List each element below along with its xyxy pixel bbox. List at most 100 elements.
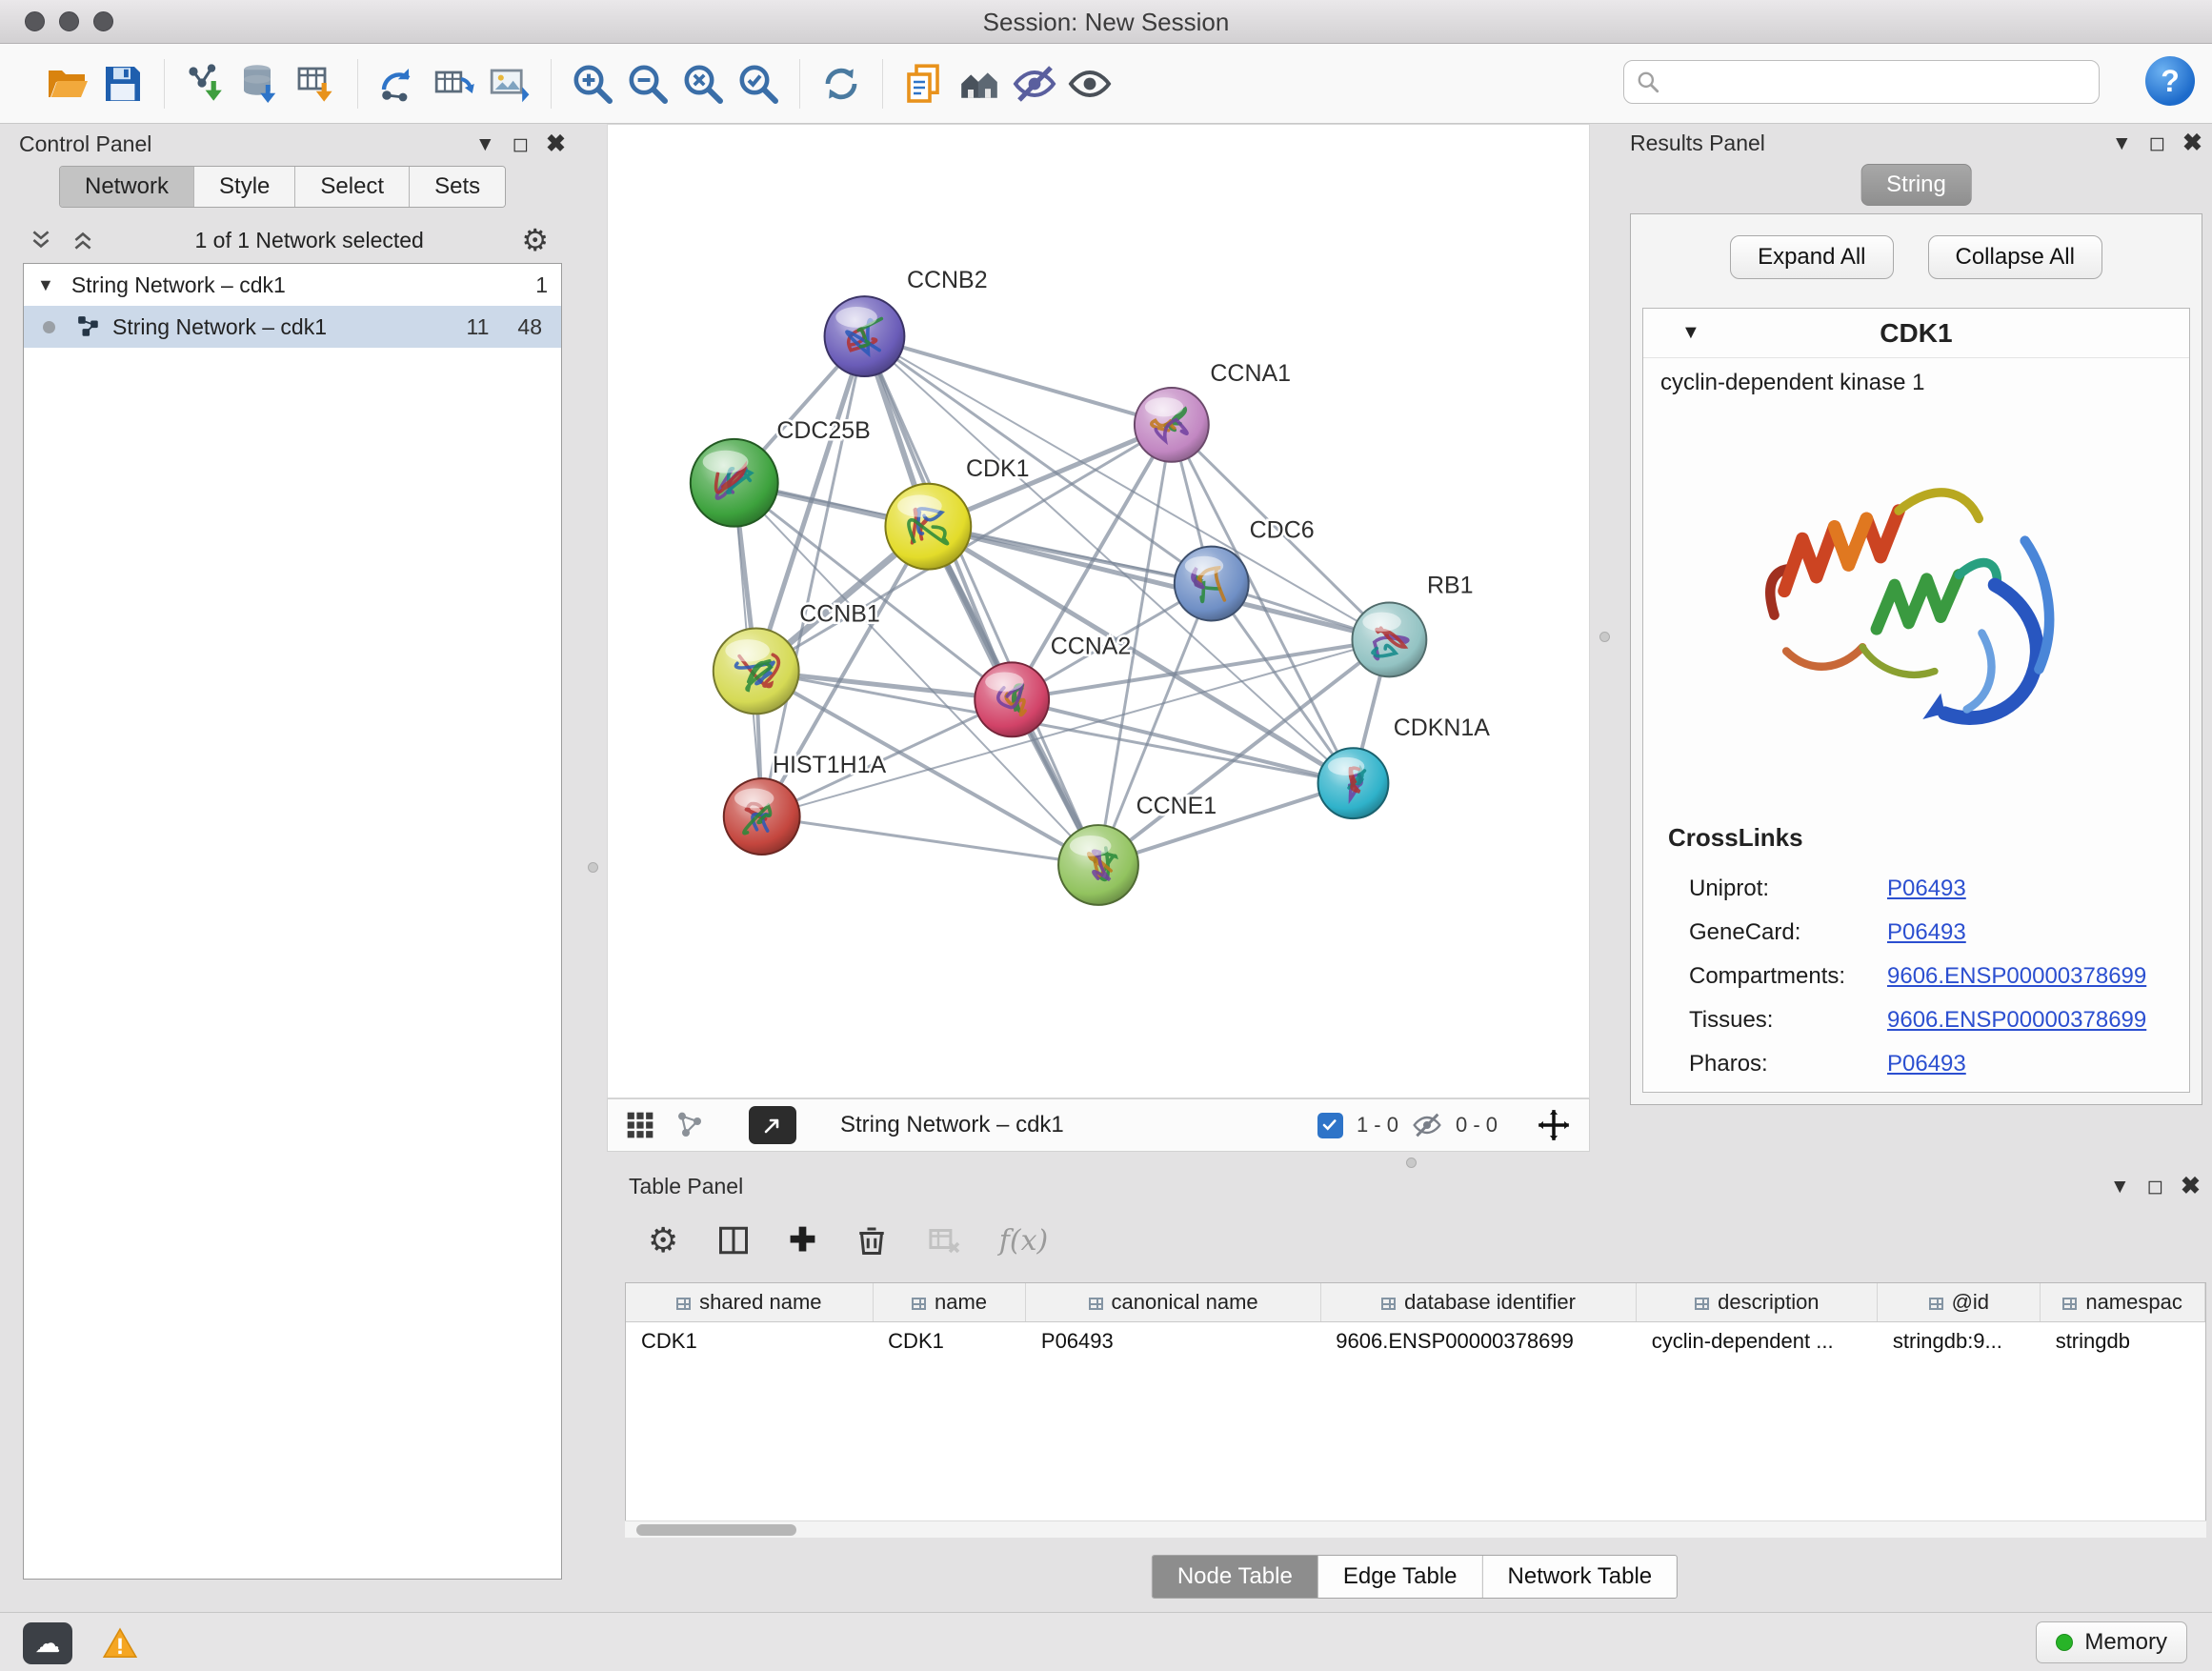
tab-select[interactable]: Select	[295, 167, 410, 207]
section-collapse-icon[interactable]: ▼	[1681, 322, 1700, 344]
network-view-toolbar: String Network – cdk1 1 - 0 0 - 0	[607, 1098, 1590, 1152]
first-neighbors-button[interactable]	[952, 53, 1007, 114]
collapse-all-button[interactable]: Collapse All	[1928, 235, 2102, 279]
birds-eye-view-button[interactable]	[625, 1110, 655, 1140]
column-header-name[interactable]: name	[873, 1283, 1026, 1321]
panel-menu-icon[interactable]: ▼	[475, 134, 495, 154]
delete-column-button[interactable]	[855, 1223, 889, 1258]
right-splitter-handle[interactable]	[1599, 632, 1610, 642]
tab-sets[interactable]: Sets	[410, 167, 505, 207]
warnings-button[interactable]	[95, 1622, 145, 1664]
function-builder-button[interactable]: f(x)	[999, 1224, 1048, 1258]
node-HIST1H1A[interactable]	[724, 778, 800, 855]
edge-HIST1H1A-CCNE1[interactable]	[762, 816, 1098, 865]
panel-menu-icon[interactable]: ▼	[2110, 1177, 2130, 1197]
database-icon	[238, 61, 284, 107]
node-CCNB1[interactable]	[714, 628, 799, 714]
hide-selected-button[interactable]	[1007, 53, 1062, 114]
panel-float-icon[interactable]: ◻	[513, 134, 529, 154]
edge-CCNB2-CCNA1[interactable]	[864, 336, 1171, 425]
tab-edge-table[interactable]: Edge Table	[1318, 1556, 1483, 1598]
node-RB1[interactable]	[1352, 603, 1426, 677]
tab-string[interactable]: String	[1860, 164, 1972, 206]
memory-button[interactable]: Memory	[2036, 1621, 2187, 1663]
table-horizontal-scrollbar[interactable]	[625, 1520, 2206, 1538]
column-header-description[interactable]: description	[1637, 1283, 1878, 1321]
edge-count: 48	[517, 314, 542, 340]
node-CCNE1[interactable]	[1058, 825, 1138, 905]
node-CDC25B[interactable]	[691, 439, 778, 527]
create-column-button[interactable]: ✚	[789, 1224, 816, 1257]
left-splitter-handle[interactable]	[588, 862, 598, 873]
scrollbar-thumb[interactable]	[636, 1524, 796, 1536]
panel-float-icon[interactable]: ◻	[2149, 133, 2165, 153]
network-from-selection-button[interactable]	[372, 53, 427, 114]
panel-float-icon[interactable]: ◻	[2147, 1177, 2163, 1197]
cloud-icon: ☁	[35, 1629, 61, 1659]
panel-close-icon[interactable]: ✖	[2182, 131, 2202, 155]
panel-close-icon[interactable]: ✖	[546, 132, 566, 156]
crosslink-row-uniprot-: Uniprot:P06493	[1689, 867, 2170, 911]
crosslink-link[interactable]: 9606.ENSP00000378699	[1887, 963, 2146, 990]
edge-CDK1-RB1[interactable]	[928, 527, 1389, 640]
table-row[interactable]: CDK1CDK1P064939606.ENSP00000378699cyclin…	[626, 1321, 2205, 1361]
network-options-gear-icon[interactable]: ⚙	[521, 225, 549, 255]
export-view-button[interactable]	[749, 1106, 796, 1144]
refresh-layout-button[interactable]	[814, 53, 869, 114]
expand-all-icon[interactable]	[69, 228, 97, 252]
column-header-database-identifier[interactable]: database identifier	[1320, 1283, 1637, 1321]
node-CDC6[interactable]	[1175, 547, 1249, 621]
show-all-button[interactable]	[1062, 53, 1117, 114]
network-collection-row[interactable]: ▼ String Network – cdk1 1	[24, 264, 561, 306]
copy-document-button[interactable]	[896, 53, 952, 114]
tab-network-table[interactable]: Network Table	[1483, 1556, 1678, 1598]
expand-all-button[interactable]: Expand All	[1730, 235, 1893, 279]
crosslink-link[interactable]: 9606.ENSP00000378699	[1887, 1007, 2146, 1034]
tab-network[interactable]: Network	[60, 167, 194, 207]
node-CDKN1A[interactable]	[1318, 748, 1389, 818]
cloud-button[interactable]: ☁	[23, 1622, 72, 1664]
bottom-splitter-handle[interactable]	[1406, 1158, 1417, 1168]
node-CCNA2[interactable]	[975, 662, 1049, 736]
column-header-shared-name[interactable]: shared name	[626, 1283, 873, 1321]
zoom-in-button[interactable]	[565, 53, 620, 114]
show-columns-button[interactable]	[716, 1223, 751, 1258]
open-session-button[interactable]	[40, 53, 95, 114]
network-overview-button[interactable]	[674, 1110, 705, 1140]
export-image-button[interactable]	[482, 53, 537, 114]
column-header-namespac[interactable]: namespac	[2041, 1283, 2205, 1321]
panel-close-icon[interactable]: ✖	[2181, 1175, 2201, 1198]
pan-mode-button[interactable]	[1511, 1107, 1572, 1143]
tree-caret-icon[interactable]: ▼	[37, 275, 54, 295]
help-button[interactable]: ?	[2145, 56, 2195, 106]
zoom-out-button[interactable]	[620, 53, 675, 114]
search-input[interactable]	[1668, 69, 2099, 95]
node-CCNA1[interactable]	[1135, 388, 1209, 462]
edge-CCNB2-CCNE1[interactable]	[864, 336, 1098, 865]
table-cell: P06493	[1026, 1321, 1320, 1361]
new-network-table-button[interactable]	[427, 53, 482, 114]
crosslink-link[interactable]: P06493	[1887, 1051, 1966, 1077]
column-header--id[interactable]: @id	[1878, 1283, 2041, 1321]
import-network-database-button[interactable]	[233, 53, 289, 114]
tab-style[interactable]: Style	[194, 167, 295, 207]
selected-checkbox-icon[interactable]	[1317, 1113, 1343, 1138]
node-CDK1[interactable]	[885, 484, 971, 570]
edge-CCNB2-HIST1H1A[interactable]	[762, 336, 865, 816]
import-network-file-button[interactable]	[178, 53, 233, 114]
column-header-canonical-name[interactable]: canonical name	[1026, 1283, 1320, 1321]
save-session-button[interactable]	[95, 53, 151, 114]
zoom-selected-button[interactable]	[731, 53, 786, 114]
crosslink-link[interactable]: P06493	[1887, 919, 1966, 946]
crosslink-link[interactable]: P06493	[1887, 876, 1966, 902]
import-table-button[interactable]	[289, 53, 344, 114]
network-graph[interactable]: CCNB2CCNA1CDC25BCDK1CDC6RB1CCNB1CCNA2CDK…	[608, 125, 1589, 1097]
node-CCNB2[interactable]	[825, 296, 905, 376]
table-options-gear-icon[interactable]: ⚙	[648, 1223, 678, 1258]
zoom-fit-button[interactable]	[675, 53, 731, 114]
panel-menu-icon[interactable]: ▼	[2112, 133, 2132, 153]
network-view[interactable]: CCNB2CCNA1CDC25BCDK1CDC6RB1CCNB1CCNA2CDK…	[607, 124, 1590, 1098]
tab-node-table[interactable]: Node Table	[1153, 1556, 1318, 1598]
network-row-selected[interactable]: String Network – cdk1 11 48	[24, 306, 561, 348]
collapse-all-icon[interactable]	[27, 228, 55, 252]
